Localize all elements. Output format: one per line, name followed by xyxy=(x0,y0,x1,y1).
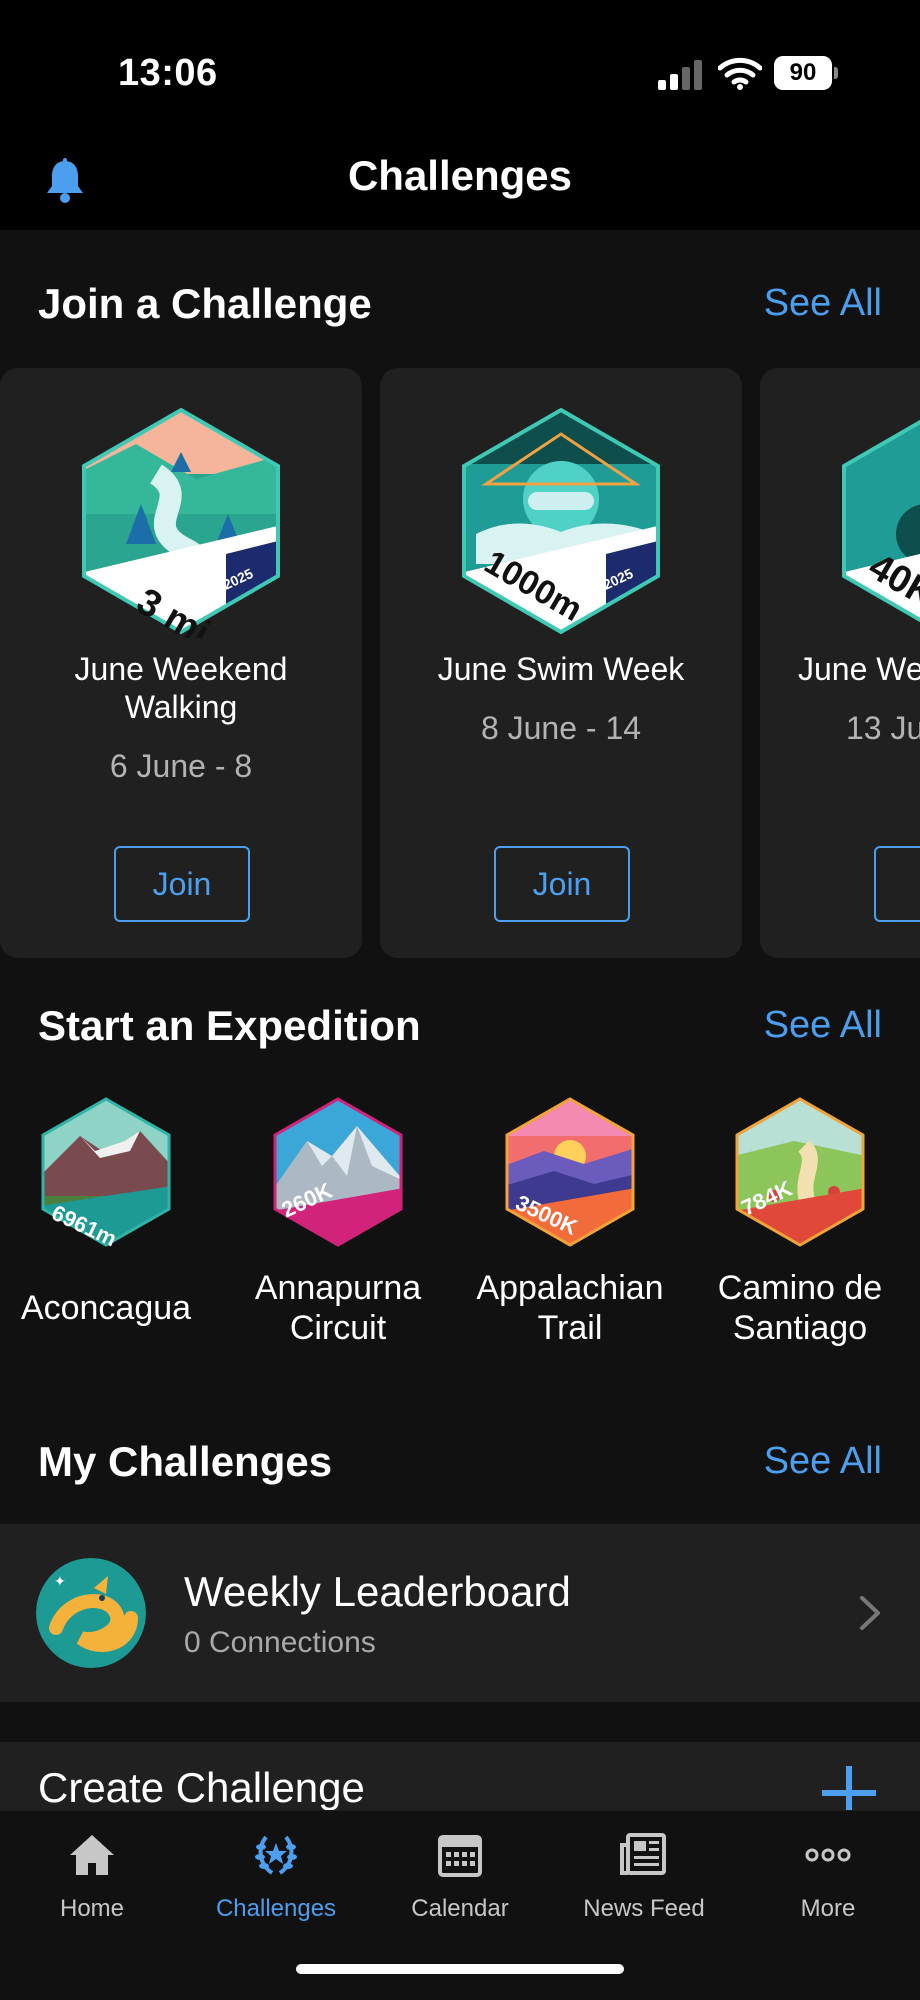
tab-label: Challenges xyxy=(215,1895,337,1922)
svg-text:✦: ✦ xyxy=(54,1574,66,1590)
cycling-badge-icon: 40K xyxy=(842,410,920,632)
status-time: 13:06 xyxy=(118,52,218,94)
expedition-item[interactable]: 3500K Appalachian Trail xyxy=(464,1096,674,1356)
tab-label: More xyxy=(800,1895,856,1922)
home-icon xyxy=(70,1835,114,1875)
expedition-name: Appalachian Trail xyxy=(476,1269,664,1347)
chevron-right-icon xyxy=(860,1596,880,1630)
expedition-see-all-link[interactable]: See All xyxy=(764,1004,882,1047)
challenge-card[interactable]: 1000m 2025 June Swim Week 8 June - 14 Jo… xyxy=(380,368,742,958)
path-badge-icon: 784K xyxy=(735,1097,865,1247)
page-title: Challenges xyxy=(347,152,573,199)
calendar-icon xyxy=(438,1835,482,1877)
swimming-badge-icon: 1000m 2025 xyxy=(462,407,660,635)
tab-label: Calendar xyxy=(411,1895,509,1922)
tab-home[interactable]: Home xyxy=(0,1811,184,1951)
create-challenge-label: Create Challenge xyxy=(38,1764,365,1810)
newspaper-icon xyxy=(620,1833,666,1875)
challenge-card[interactable]: 40K June We 13 Ju J xyxy=(760,368,920,958)
tab-more[interactable]: More xyxy=(736,1811,920,1951)
expedition-name: Annapurna Circuit xyxy=(254,1269,422,1347)
tab-label: Home xyxy=(59,1895,125,1922)
expedition-name: Aconcagua xyxy=(20,1289,192,1327)
nav-header: Challenges xyxy=(0,140,920,230)
my-challenges-title: My Challenges xyxy=(38,1438,333,1485)
expedition-item[interactable]: 784K Camino de Santiago xyxy=(694,1096,904,1356)
join-button[interactable]: Join xyxy=(494,846,630,922)
leaderboard-title: Weekly Leaderboard xyxy=(184,1568,571,1615)
expedition-item[interactable]: 260K Annapurna Circuit xyxy=(232,1096,442,1356)
tab-challenges[interactable]: Challenges xyxy=(184,1811,368,1951)
battery-icon: 90 xyxy=(774,56,838,90)
join-button[interactable]: Join xyxy=(114,846,250,922)
laurel-icon xyxy=(255,1835,297,1875)
tab-news-feed[interactable]: News Feed xyxy=(552,1811,736,1951)
leaderboard-connections: 0 Connections xyxy=(184,1626,376,1659)
mountain-badge-icon: 6961m xyxy=(41,1097,171,1248)
wifi-icon xyxy=(718,57,762,90)
join-button[interactable]: J xyxy=(874,846,920,922)
tab-calendar[interactable]: Calendar xyxy=(368,1811,552,1951)
challenge-name: June Swim Week xyxy=(437,651,685,687)
join-section-title: Join a Challenge xyxy=(38,280,372,327)
signal-icon xyxy=(658,60,702,90)
challenge-dates: 8 June - 14 xyxy=(480,710,642,746)
weekly-leaderboard-row[interactable]: ✦ Weekly Leaderboard 0 Connections xyxy=(0,1524,920,1702)
expedition-section-title: Start an Expedition xyxy=(38,1002,421,1049)
expedition-name: Camino de Santiago xyxy=(717,1269,883,1347)
challenge-dates: 6 June - 8 xyxy=(109,748,253,784)
challenge-cards-carousel[interactable]: 3 mi 2025 June Weekend Walking 6 June - … xyxy=(0,368,920,960)
plus-icon[interactable] xyxy=(822,1766,876,1810)
create-challenge-row[interactable]: Create Challenge xyxy=(0,1742,920,1810)
status-bar: 13:06 90 xyxy=(0,0,920,140)
more-icon xyxy=(805,1848,851,1862)
mountain-badge-icon: 3500K xyxy=(505,1097,635,1247)
home-indicator[interactable] xyxy=(296,1964,624,1974)
challenge-dates: 13 Ju xyxy=(846,710,920,746)
mountain-badge-icon: 260K xyxy=(273,1097,403,1247)
dragon-avatar-icon: ✦ xyxy=(36,1558,146,1668)
battery-level: 90 xyxy=(789,59,817,86)
tab-label: News Feed xyxy=(583,1895,705,1922)
walking-badge-icon: 3 mi 2025 xyxy=(82,407,280,638)
my-challenges-see-all-link[interactable]: See All xyxy=(764,1440,882,1483)
expedition-item[interactable]: 6961m Aconcagua xyxy=(0,1096,210,1356)
join-see-all-link[interactable]: See All xyxy=(764,282,882,325)
challenge-name: June We xyxy=(798,651,920,687)
challenge-name: June Weekend Walking xyxy=(74,651,288,725)
challenge-card[interactable]: 3 mi 2025 June Weekend Walking 6 June - … xyxy=(0,368,362,958)
